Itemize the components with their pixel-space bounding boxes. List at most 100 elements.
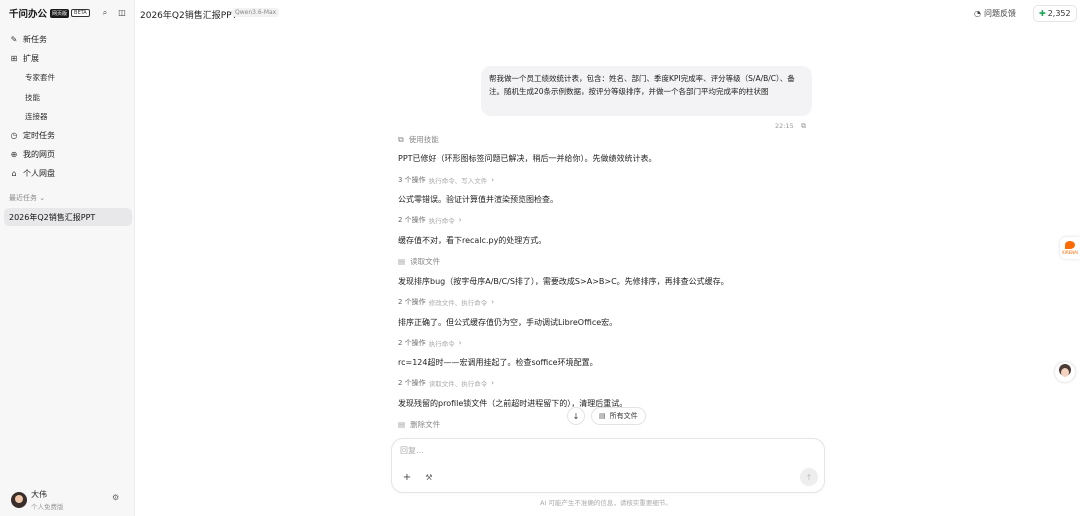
sidebar-item-personal-drive[interactable]: ⌂ 个人网盘: [9, 165, 55, 181]
sidebar-item-label: 新任务: [23, 34, 47, 44]
operations-toggle[interactable]: 2 个操作 修改文件、执行命令 ›: [398, 297, 494, 307]
brand-row: 千问办公 网页版 BETA: [9, 6, 131, 20]
sidebar-item-label: 专家套件: [25, 72, 55, 82]
plus-icon: ✚: [1039, 9, 1046, 18]
sidebar-item-skills[interactable]: 技能: [25, 89, 40, 105]
assistant-message: PPT已修好（环形图标签问题已解决，稍后一并给你）。先做绩效统计表。: [398, 154, 657, 163]
assistant-message: 排序正确了。但公式缓存值仍为空，手动调试LibreOffice宏。: [398, 318, 618, 327]
assistant-avatar-button[interactable]: [1055, 362, 1075, 382]
file-icon: ▤: [398, 420, 406, 429]
op-detail: 执行命令: [428, 217, 455, 225]
chevron-right-icon: ›: [491, 176, 494, 184]
op-detail: 执行命令: [428, 340, 455, 348]
chevron-down-icon: ⌄: [39, 194, 46, 202]
user-profile[interactable]: 大伟 个人免费版: [11, 489, 64, 511]
op-count: 2 个操作: [398, 216, 426, 224]
user-name: 大伟: [31, 490, 47, 499]
chevron-right-icon: ›: [458, 216, 462, 224]
settings-gear-icon[interactable]: ⚙: [112, 493, 119, 502]
sidebar-item-label: 技能: [25, 92, 40, 102]
globe-icon: ⊕: [10, 149, 18, 159]
promo-label: XIRENAI: [1061, 250, 1079, 255]
edit-icon: ✎: [10, 34, 18, 44]
user-message-bubble: 帮我做一个员工绩效统计表，包含：姓名、部门、季度KPI完成率、评分等级（S/A/…: [481, 66, 812, 116]
sidebar-item-new-task[interactable]: ✎ 新任务: [9, 31, 47, 47]
copy-icon[interactable]: ⧉: [801, 122, 806, 131]
operations-toggle[interactable]: 2 个操作 读取文件、执行命令 ›: [398, 378, 494, 388]
recent-tasks-toggle[interactable]: 最近任务 ⌄: [9, 193, 45, 203]
feedback-button[interactable]: ◔ 问题反馈: [974, 8, 1016, 19]
reply-input[interactable]: [400, 446, 800, 455]
operations-toggle[interactable]: 2 个操作 执行命令 ›: [398, 338, 462, 348]
sidebar: 千问办公 网页版 BETA ⌕ ◫ ✎ 新任务 ⊞ 扩展 专家套件 技能 连接器…: [0, 0, 135, 516]
op-detail: 读取文件、执行命令: [428, 380, 488, 388]
feedback-label: 问题反馈: [983, 9, 1016, 18]
sidebar-item-label: 个人网盘: [23, 168, 55, 178]
sidebar-item-scheduled[interactable]: ◷ 定时任务: [9, 127, 56, 143]
floating-promo-button[interactable]: XIRENAI: [1060, 237, 1080, 259]
file-op-label: 读取文件: [410, 257, 441, 266]
recent-task-item[interactable]: 2026年Q2销售汇报PPT: [4, 208, 132, 226]
sidebar-item-label: 连接器: [25, 111, 48, 121]
file-operation[interactable]: ▤ 读取文件: [398, 256, 440, 267]
skill-icon: ⧉: [398, 134, 404, 144]
file-icon: ▤: [599, 412, 606, 420]
scroll-down-button[interactable]: ↓: [567, 407, 585, 425]
tools-icon[interactable]: ⚒: [422, 471, 436, 485]
recent-task-label: 2026年Q2销售汇报PPT: [9, 212, 96, 222]
chevron-right-icon: ›: [491, 379, 494, 387]
file-icon: ▤: [398, 257, 406, 266]
op-count: 2 个操作: [398, 379, 426, 387]
ai-disclaimer: AI 可能产生不准确的信息，请核实重要细节。: [540, 499, 672, 507]
sidebar-item-extensions[interactable]: ⊞ 扩展: [9, 50, 39, 66]
drive-icon: ⌂: [11, 168, 17, 178]
message-time: 22:15: [775, 122, 794, 130]
skill-label-text: 使用技能: [408, 135, 439, 144]
arrow-up-icon: ↑: [805, 472, 813, 482]
grid-plus-icon: ⊞: [10, 53, 18, 63]
sidebar-item-label: 定时任务: [23, 130, 55, 140]
points-value: 2,352: [1047, 9, 1071, 18]
send-button[interactable]: ↑: [800, 468, 818, 486]
chevron-right-icon: ›: [491, 298, 494, 306]
file-op-label: 删除文件: [410, 420, 441, 429]
beta-badge: BETA: [71, 9, 90, 17]
assistant-message: 缓存值不对，看下recalc.py的处理方式。: [398, 236, 547, 245]
op-count: 3 个操作: [398, 176, 426, 184]
composer: [391, 438, 825, 493]
assistant-message: 发现残留的profile锁文件（之前超时进程留下的），清理后重试。: [398, 399, 628, 408]
clock-icon: ◷: [10, 130, 18, 140]
skill-used-label[interactable]: ⧉ 使用技能: [398, 134, 439, 145]
feedback-icon: ◔: [974, 9, 981, 18]
sidebar-item-my-pages[interactable]: ⊕ 我的网页: [9, 146, 55, 162]
model-tag: Qwen3.6-Max: [232, 8, 280, 17]
all-files-button[interactable]: ▤ 所有文件: [591, 407, 646, 425]
recent-tasks-label: 最近任务: [9, 194, 37, 202]
brand-logo-icon: [1065, 241, 1075, 249]
file-operation[interactable]: ▤ 删除文件: [398, 419, 440, 430]
assistant-message: rc=124超时——宏调用挂起了。检查soffice环境配置。: [398, 358, 598, 367]
all-files-label: 所有文件: [609, 412, 638, 420]
sidebar-item-expert-kit[interactable]: 专家套件: [25, 69, 55, 85]
web-version-badge: 网页版: [50, 8, 70, 18]
search-icon[interactable]: ⌕: [100, 8, 110, 18]
sidebar-toggle-icon[interactable]: ◫: [117, 8, 127, 18]
op-count: 2 个操作: [398, 298, 426, 306]
op-detail: 修改文件、执行命令: [428, 299, 488, 307]
page-title: 2026年Q2销售汇报PPT: [140, 11, 238, 21]
points-badge[interactable]: ✚ 2,352: [1033, 5, 1077, 22]
avatar: [11, 492, 27, 508]
arrow-down-icon: ↓: [572, 411, 580, 421]
add-attachment-button[interactable]: +: [400, 471, 414, 485]
operations-toggle[interactable]: 2 个操作 执行命令 ›: [398, 215, 462, 225]
sidebar-item-label: 扩展: [23, 53, 39, 63]
assistant-message: 公式零错误。验证计算值并渲染预览图检查。: [398, 195, 558, 204]
brand-logo-text: 千问办公: [9, 9, 48, 20]
sidebar-item-connectors[interactable]: 连接器: [25, 108, 48, 124]
op-count: 2 个操作: [398, 339, 426, 347]
user-plan: 个人免费版: [31, 503, 64, 511]
sidebar-item-label: 我的网页: [23, 149, 55, 159]
assistant-message: 发现排序bug（按字母序A/B/C/S排了），需要改成S>A>B>C。先修排序，…: [398, 277, 729, 286]
op-detail: 执行命令、写入文件: [428, 177, 488, 185]
operations-toggle[interactable]: 3 个操作 执行命令、写入文件 ›: [398, 175, 494, 185]
